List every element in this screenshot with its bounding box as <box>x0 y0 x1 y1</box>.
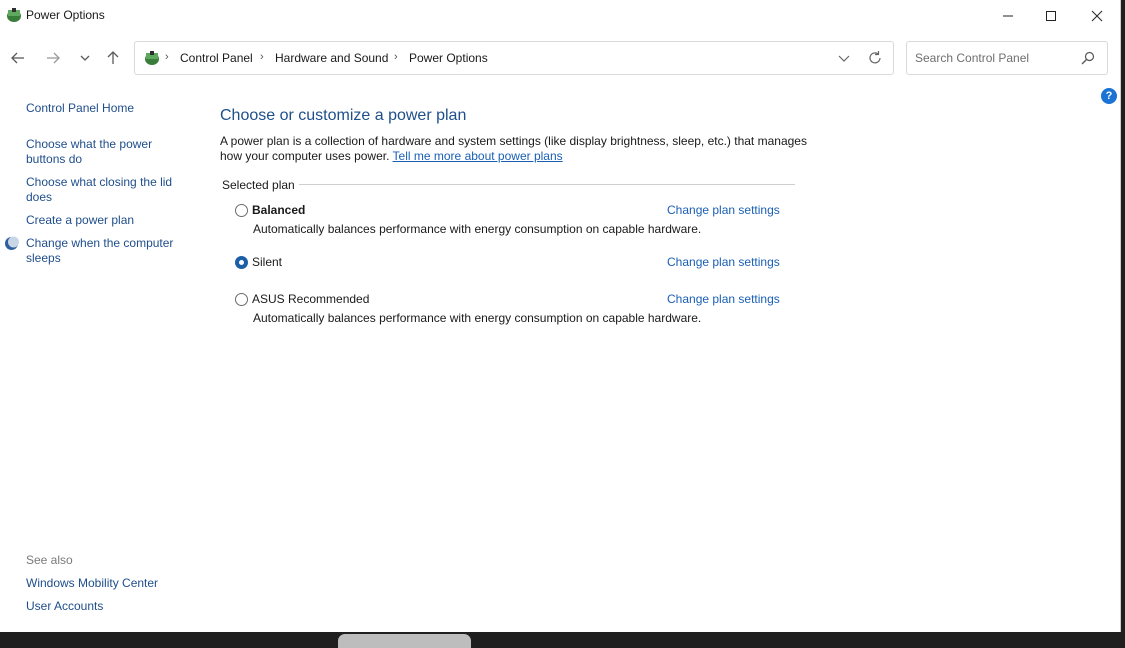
up-button[interactable] <box>100 45 126 71</box>
search-input[interactable]: Search Control Panel <box>915 51 1029 65</box>
maximize-icon <box>1046 11 1056 21</box>
change-plan-settings-asus-recommended[interactable]: Change plan settings <box>667 292 780 306</box>
page-title: Choose or customize a power plan <box>220 107 467 124</box>
control-panel-icon <box>145 51 159 65</box>
plan-description-balanced: Automatically balances performance with … <box>253 222 702 236</box>
forward-button[interactable] <box>40 45 66 71</box>
radio-asus-recommended[interactable] <box>235 293 248 306</box>
plan-name-asus-recommended[interactable]: ASUS Recommended <box>252 292 369 306</box>
breadcrumb-power-options[interactable]: Power Options <box>409 51 488 65</box>
close-icon <box>1091 10 1103 22</box>
back-button[interactable] <box>5 45 31 71</box>
chevron-down-icon <box>80 55 90 61</box>
maximize-button[interactable] <box>1028 0 1074 32</box>
see-also-windows-mobility-center[interactable]: Windows Mobility Center <box>26 576 186 591</box>
window-title: Power Options <box>26 8 105 22</box>
close-button[interactable] <box>1074 0 1120 32</box>
address-bar[interactable]: › Control Panel › Hardware and Sound › P… <box>134 41 894 75</box>
plan-name-silent[interactable]: Silent <box>252 255 282 269</box>
see-also-heading: See also <box>26 553 73 567</box>
arrow-right-icon <box>47 52 60 64</box>
breadcrumb-separator[interactable]: › <box>260 51 264 63</box>
search-icon[interactable] <box>1080 50 1096 66</box>
chevron-down-icon[interactable] <box>835 49 853 67</box>
arrow-left-icon <box>11 52 24 64</box>
power-options-icon <box>7 8 21 22</box>
refresh-icon[interactable] <box>865 48 885 68</box>
sidebar-item-create-power-plan[interactable]: Create a power plan <box>26 213 186 228</box>
arrow-up-icon <box>107 51 119 64</box>
minimize-icon <box>1003 15 1013 17</box>
taskbar-thumbnail[interactable] <box>338 634 471 648</box>
group-divider <box>299 184 795 185</box>
recent-locations-button[interactable] <box>72 45 98 71</box>
breadcrumb-control-panel[interactable]: Control Panel <box>180 51 253 65</box>
tell-me-more-link[interactable]: Tell me more about power plans <box>393 149 563 163</box>
breadcrumb-separator[interactable]: › <box>165 51 169 63</box>
radio-balanced[interactable] <box>235 204 248 217</box>
search-box[interactable]: Search Control Panel <box>906 41 1108 75</box>
sidebar-item-control-panel-home[interactable]: Control Panel Home <box>26 101 186 116</box>
help-icon[interactable]: ? <box>1101 88 1117 104</box>
breadcrumb-hardware-and-sound[interactable]: Hardware and Sound <box>275 51 388 65</box>
minimize-button[interactable] <box>985 0 1031 32</box>
sidebar-item-computer-sleeps[interactable]: Change when the computer sleeps <box>26 236 186 266</box>
page-description: A power plan is a collection of hardware… <box>220 134 820 164</box>
title-bar: Power Options <box>0 0 1120 32</box>
plan-description-asus-recommended: Automatically balances performance with … <box>253 311 702 325</box>
sidebar-item-closing-lid[interactable]: Choose what closing the lid does <box>26 175 181 205</box>
radio-silent[interactable] <box>235 256 248 269</box>
see-also-user-accounts[interactable]: User Accounts <box>26 599 186 614</box>
change-plan-settings-silent[interactable]: Change plan settings <box>667 255 780 269</box>
power-options-window: Power Options › Control Panel › Hardware… <box>0 0 1121 632</box>
moon-icon <box>5 236 19 250</box>
sidebar-item-power-buttons[interactable]: Choose what the power buttons do <box>26 137 166 167</box>
plan-name-balanced[interactable]: Balanced <box>252 203 305 217</box>
breadcrumb-separator[interactable]: › <box>394 51 398 63</box>
selected-plan-label: Selected plan <box>222 178 295 192</box>
change-plan-settings-balanced[interactable]: Change plan settings <box>667 203 780 217</box>
